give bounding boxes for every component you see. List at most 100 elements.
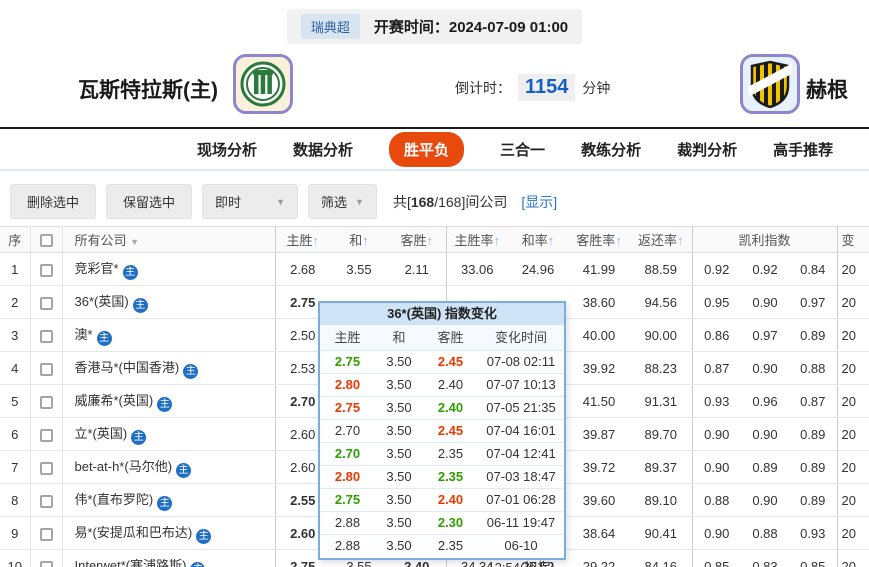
return-rate: 91.31	[630, 385, 692, 418]
tab-2[interactable]: 数据分析	[293, 139, 353, 160]
company-cell[interactable]: 竞彩官*主	[62, 253, 275, 286]
row-checkbox[interactable]	[40, 561, 53, 567]
row-number: 10	[0, 550, 30, 567]
col-header-home[interactable]: 主胜↑	[275, 227, 330, 253]
col-header-draw[interactable]: 和↑	[330, 227, 388, 253]
tab-1[interactable]: 现场分析	[197, 139, 257, 160]
row-checkbox-cell	[30, 550, 62, 567]
home-badge-icon: 主	[97, 331, 112, 346]
away-rate: 39.60	[568, 484, 630, 517]
tab-4[interactable]: 三合一	[500, 139, 545, 160]
kelly-away: 0.89	[789, 418, 837, 451]
tab-3[interactable]: 胜平负	[389, 132, 464, 167]
home-odds[interactable]: 2.68	[275, 253, 330, 286]
popup-home-odds: 2.80	[320, 374, 375, 396]
tab-6[interactable]: 裁判分析	[677, 139, 737, 160]
sort-asc-icon: ↑	[677, 233, 684, 248]
popup-change-time: 07-05 21:35	[478, 397, 564, 419]
kelly-draw: 0.88	[741, 517, 789, 550]
popup-change-time: 07-08 02:11	[478, 351, 564, 373]
popup-row: 2.753.502.4507-08 02:11	[320, 351, 564, 374]
away-rate: 38.64	[568, 517, 630, 550]
select-all-checkbox[interactable]	[40, 234, 53, 247]
return-rate: 89.37	[630, 451, 692, 484]
away-rate: 39.72	[568, 451, 630, 484]
company-name: 立*(英国)	[75, 426, 128, 441]
company-cell[interactable]: 伟*(直布罗陀)主	[62, 484, 275, 517]
return-rate: 84.16	[630, 550, 692, 567]
kelly-home: 0.90	[692, 451, 741, 484]
row-checkbox[interactable]	[40, 528, 53, 541]
company-cell[interactable]: bet-at-h*(马尔他)主	[62, 451, 275, 484]
company-cell[interactable]: 威廉希*(英国)主	[62, 385, 275, 418]
popup-draw-odds: 3.50	[375, 489, 423, 511]
company-cell[interactable]: 香港马*(中国香港)主	[62, 352, 275, 385]
draw-rate: 24.96	[508, 253, 568, 286]
company-count: 共[168/168]间公司	[393, 192, 507, 212]
row-number: 3	[0, 319, 30, 352]
change-time: 20	[837, 385, 869, 418]
delete-selected-button[interactable]: 删除选中	[10, 184, 96, 219]
col-header-draw-rate[interactable]: 和率↑	[508, 227, 568, 253]
row-checkbox-cell	[30, 517, 62, 550]
popup-row: 2.883.502.3506-10 12:54(初指)	[320, 535, 564, 558]
away-odds[interactable]: 2.11	[388, 253, 446, 286]
draw-odds[interactable]: 3.55	[330, 253, 388, 286]
row-checkbox-cell	[30, 484, 62, 517]
row-checkbox[interactable]	[40, 429, 53, 442]
countdown-unit: 分钟	[582, 78, 610, 98]
chevron-down-icon: ▼	[130, 237, 139, 247]
popup-row: 2.803.502.3507-03 18:47	[320, 466, 564, 489]
popup-draw-odds: 3.50	[375, 374, 423, 396]
company-name: 澳*	[75, 327, 93, 342]
popup-away-odds: 2.35	[423, 443, 478, 465]
row-checkbox[interactable]	[40, 330, 53, 343]
row-number: 5	[0, 385, 30, 418]
away-rate: 38.60	[568, 286, 630, 319]
kelly-away: 0.88	[789, 352, 837, 385]
col-header-kelly: 凯利指数	[692, 227, 837, 253]
popup-away-odds: 2.40	[423, 489, 478, 511]
company-cell[interactable]: 澳* 主	[62, 319, 275, 352]
show-link[interactable]: [显示]	[521, 192, 557, 212]
return-rate: 89.70	[630, 418, 692, 451]
header-checkbox-cell	[30, 227, 62, 253]
popup-away-odds: 2.30	[423, 512, 478, 534]
row-checkbox[interactable]	[40, 363, 53, 376]
company-cell[interactable]: Interwet*(塞浦路斯)主	[62, 550, 275, 567]
row-checkbox[interactable]	[40, 495, 53, 508]
kelly-away: 0.89	[789, 319, 837, 352]
tab-5[interactable]: 教练分析	[581, 139, 641, 160]
col-header-away-rate[interactable]: 客胜率↑	[568, 227, 630, 253]
keep-selected-button[interactable]: 保留选中	[106, 184, 192, 219]
col-header-company[interactable]: 所有公司 ▼	[62, 227, 275, 253]
popup-home-odds: 2.75	[320, 351, 375, 373]
league-badge[interactable]: 瑞典超	[301, 14, 360, 39]
tab-7[interactable]: 高手推荐	[773, 139, 833, 160]
popup-away-odds: 2.35	[423, 466, 478, 488]
row-checkbox[interactable]	[40, 264, 53, 277]
time-mode-dropdown[interactable]: 即时 ▼	[202, 184, 298, 219]
sort-asc-icon: ↑	[548, 233, 555, 248]
chevron-down-icon: ▼	[355, 197, 364, 207]
company-cell[interactable]: 立*(英国)主	[62, 418, 275, 451]
row-checkbox[interactable]	[40, 297, 53, 310]
row-checkbox[interactable]	[40, 396, 53, 409]
row-number: 4	[0, 352, 30, 385]
company-cell[interactable]: 易*(安提瓜和巴布达)主	[62, 517, 275, 550]
kelly-draw: 0.90	[741, 352, 789, 385]
popup-home-odds: 2.75	[320, 489, 375, 511]
col-header-away[interactable]: 客胜↑	[388, 227, 446, 253]
company-cell[interactable]: 36*(英国)主	[62, 286, 275, 319]
change-time: 20	[837, 253, 869, 286]
col-header-return-rate[interactable]: 返还率↑	[630, 227, 692, 253]
away-rate: 41.50	[568, 385, 630, 418]
away-rate: 29.22	[568, 550, 630, 567]
kelly-home: 0.93	[692, 385, 741, 418]
filter-dropdown[interactable]: 筛选 ▼	[308, 184, 377, 219]
kelly-away: 0.85	[789, 550, 837, 567]
col-header-home-rate[interactable]: 主胜率↑	[446, 227, 508, 253]
row-checkbox[interactable]	[40, 462, 53, 475]
return-rate: 89.10	[630, 484, 692, 517]
sort-asc-icon: ↑	[494, 233, 501, 248]
